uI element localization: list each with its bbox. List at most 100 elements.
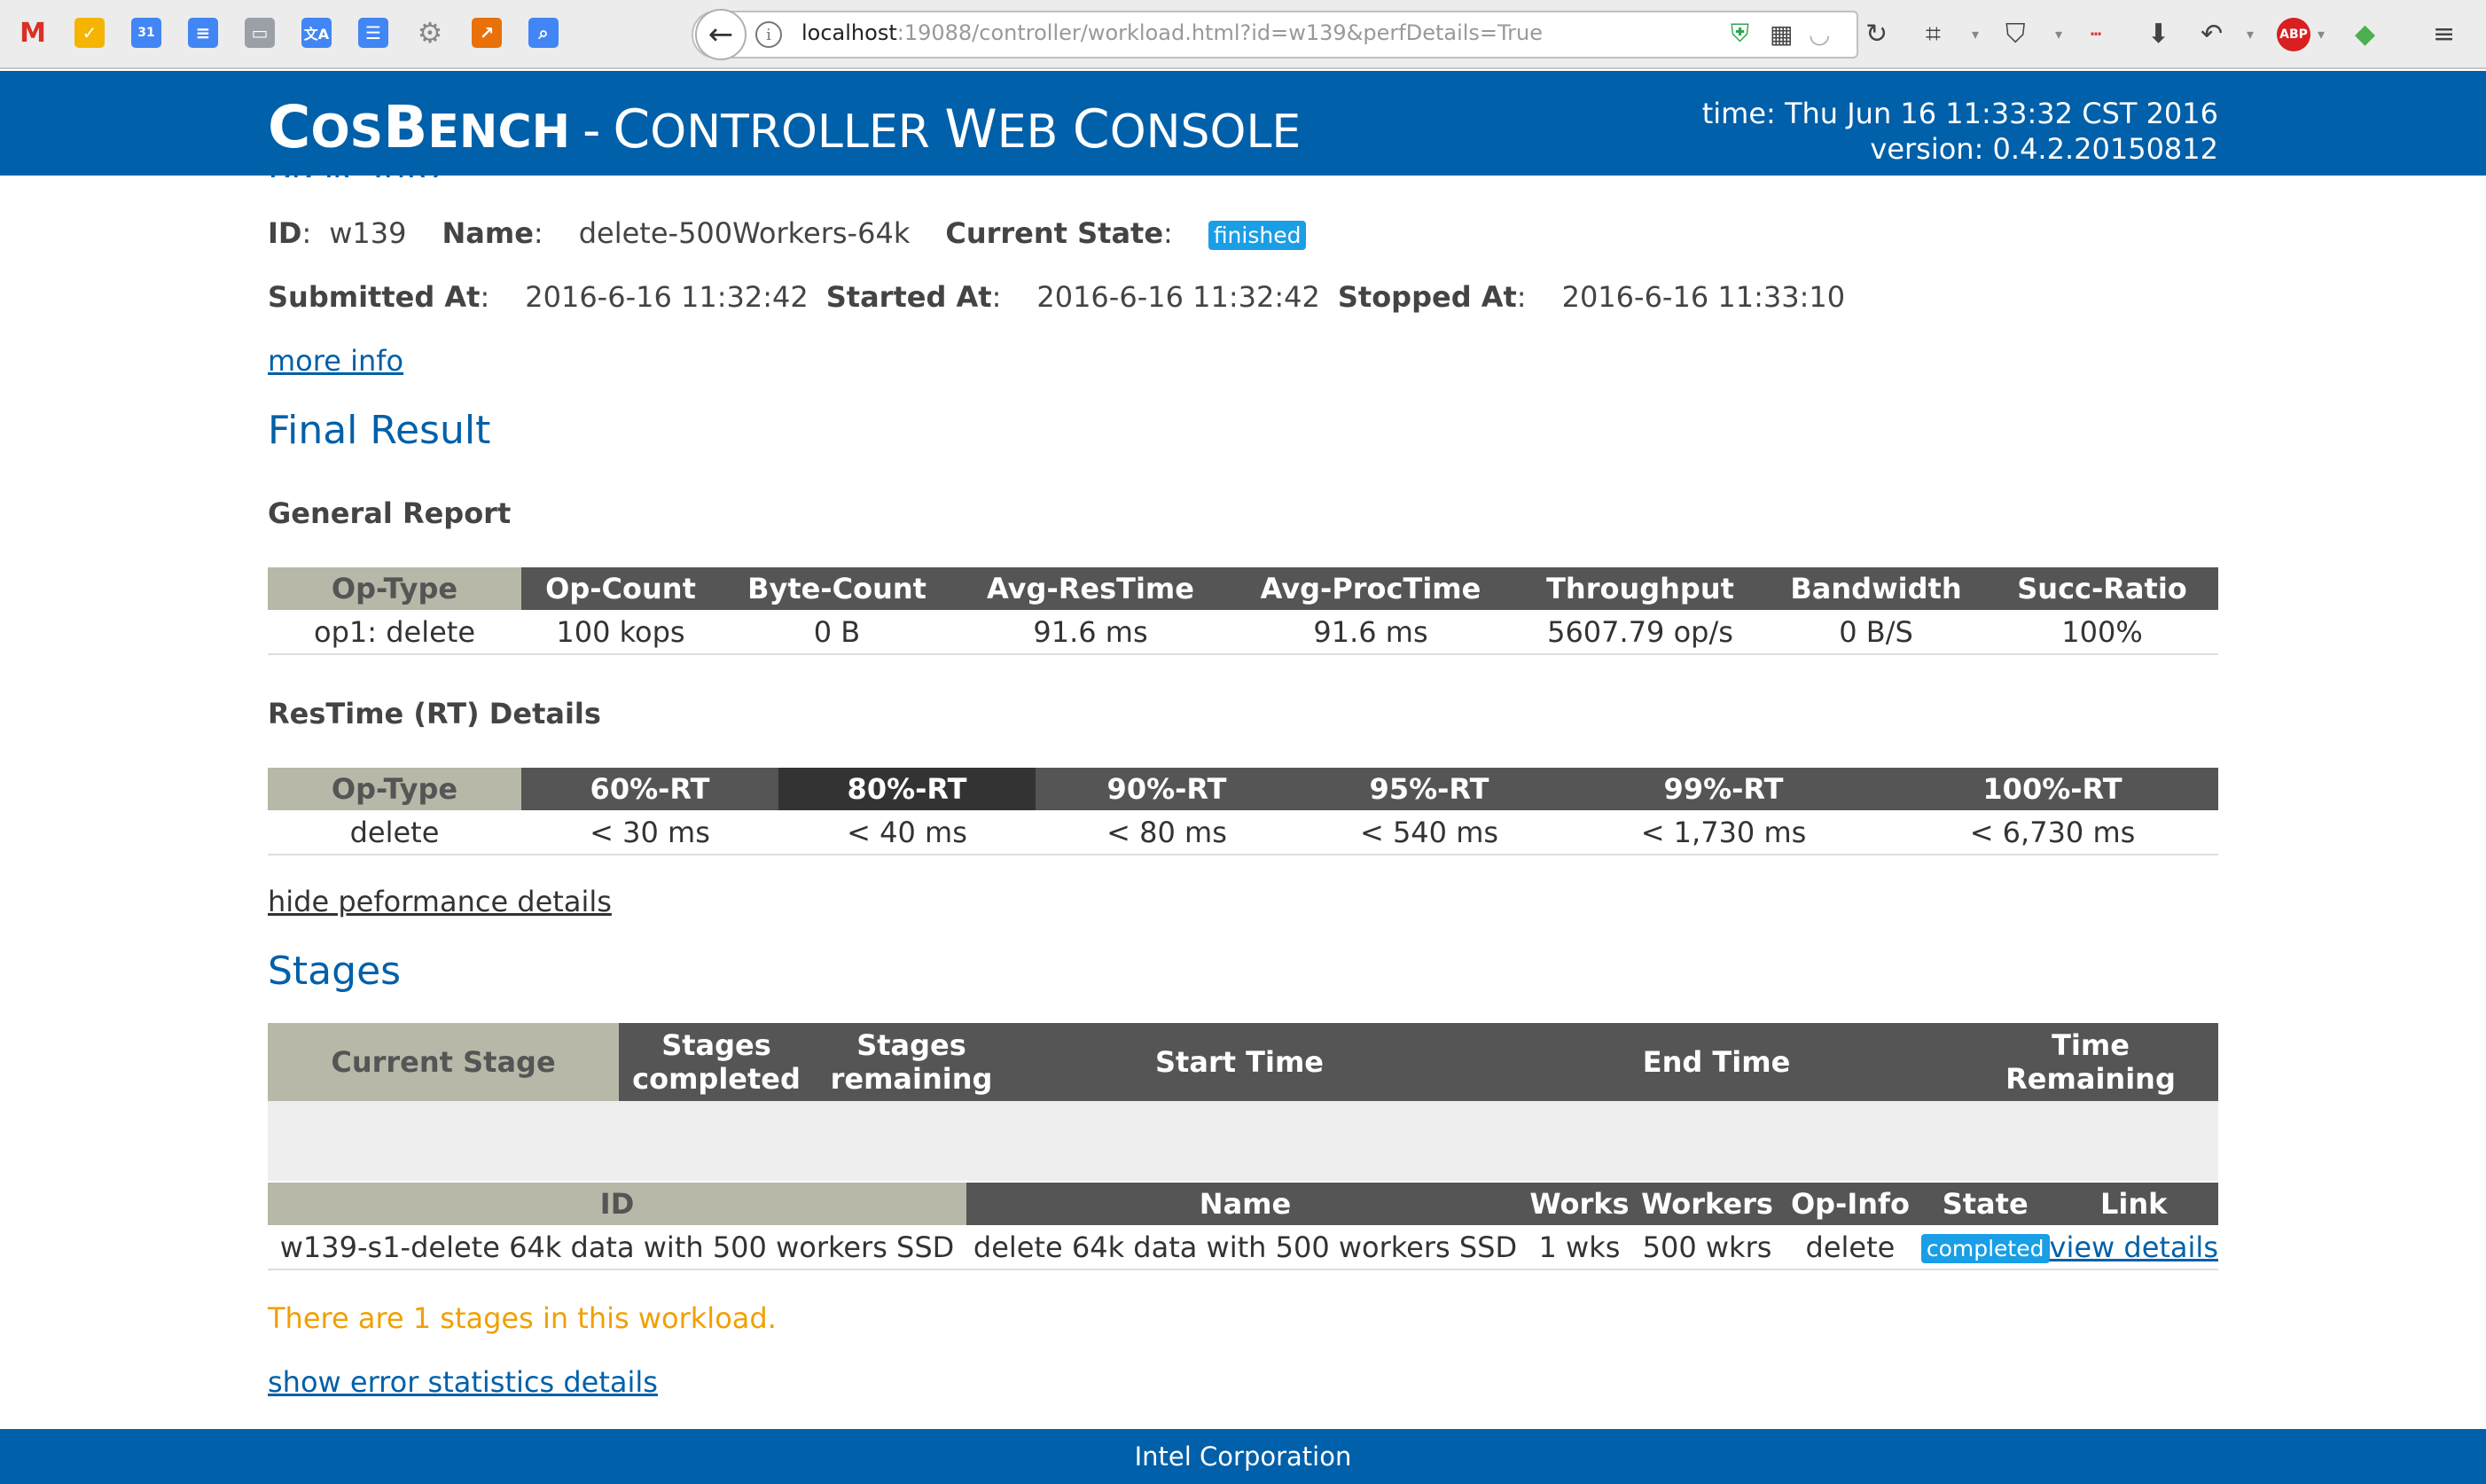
column-header: 95%-RT [1298,768,1560,810]
submitted-value: 2016-6-16 11:32:42 [525,280,809,314]
hide-details-row: hide peformance details [268,885,612,918]
table-cell: 100% [1986,610,2218,655]
calendar-icon[interactable]: 31 [131,18,161,48]
search-icon[interactable]: ⌕ [528,18,559,48]
table-cell: < 30 ms [521,810,778,855]
qr-code-icon[interactable]: ▦ [1770,16,1793,51]
table-cell: < 540 ms [1298,810,1560,855]
brand-letter: OS [310,105,384,159]
stage-workers: 500 wkrs [1635,1225,1780,1270]
settings-icon[interactable]: ⚙ [415,16,445,50]
table-header-row: ID Name Works Workers Op-Info State Link [268,1183,2218,1225]
column-header: Name [966,1183,1524,1225]
download-icon[interactable]: ⬇ [2147,16,2169,51]
pocket-icon[interactable]: ◡ [1809,16,1830,51]
table-header-row: Current Stage Stages completed Stages re… [268,1023,2218,1101]
column-header: Workers [1635,1183,1780,1225]
column-header: 60%-RT [521,768,778,810]
table-header-row: Op-Type Op-Count Byte-Count Avg-ResTime … [268,567,2218,610]
general-report-title: General Report [268,496,512,530]
started-label: Started At [825,280,992,314]
table-cell: < 40 ms [778,810,1036,855]
error-stats-row: show error statistics details [268,1365,658,1399]
table-header-row: Op-Type 60%-RT 80%-RT 90%-RT 95%-RT 99%-… [268,768,2218,810]
column-header: 100%-RT [1887,768,2218,810]
started-value: 2016-6-16 11:32:42 [1036,280,1320,314]
browser-toolbar: M ✓ 31 ≡ ▭ 文A ☰ ⚙ ↗ ⌕ ← i localhost:1908… [0,0,2486,69]
basic-info-row-2: Submitted At: 2016-6-16 11:32:42 Started A… [268,280,1846,314]
gmail-icon[interactable]: M [18,18,48,49]
view-details-link[interactable]: view details [2050,1230,2218,1264]
pocket-save-icon[interactable]: ⛉ [2005,16,2026,51]
rt-details-table: Op-Type 60%-RT 80%-RT 90%-RT 95%-RT 99%-… [268,768,2218,855]
column-header: Link [2049,1183,2218,1225]
brand-letter: C [268,93,311,161]
footer: Intel Corporation [0,1429,2486,1484]
adblock-icon[interactable]: ABP [2277,18,2310,51]
column-header: Throughput [1514,567,1766,610]
reload-icon[interactable]: ↻ [1865,16,1888,51]
brand-letter: C [1072,98,1110,160]
table-cell: 100 kops [521,610,720,655]
basic-info-row-1: ID: w139 Name: delete-500Workers-64k Current… [268,216,1307,250]
forms-icon[interactable]: ☰ [358,18,388,48]
chevron-down-icon[interactable]: ▾ [2055,16,2062,51]
table-cell: 0 B [720,610,954,655]
shield-icon[interactable]: ⛨ [1731,16,1749,51]
brand-letter: EB [997,105,1059,159]
more-info-row: more info [268,344,403,378]
chevron-down-icon[interactable]: ▾ [2247,16,2254,51]
table-cell: 91.6 ms [954,610,1227,655]
stage-id: w139-s1-delete 64k data with 500 workers… [268,1225,967,1270]
column-header: Avg-ResTime [954,567,1227,610]
back-arrow-icon[interactable]: ← [695,9,747,60]
table-cell: < 1,730 ms [1560,810,1887,855]
brand-separator: - [582,102,601,160]
more-info-link[interactable]: more info [268,344,403,378]
column-header: Bandwidth [1766,567,1986,610]
docs-icon[interactable]: ≡ [188,18,218,48]
extension-icon[interactable]: ┅ [2091,16,2101,51]
translate-icon[interactable]: 文A [301,18,332,48]
column-header: 99%-RT [1560,768,1887,810]
column-header: Byte-Count [720,567,954,610]
column-header: Succ-Ratio [1986,567,2218,610]
column-header: Op-Type [268,567,521,610]
table-cell: op1: delete [268,610,521,655]
stage-works: 1 wks [1523,1225,1636,1270]
header-version: version: 0.4.2.20150812 [1870,132,2218,166]
hide-performance-details-link[interactable]: hide peformance details [268,885,612,918]
column-header: Avg-ProcTime [1227,567,1514,610]
stage-list-table: ID Name Works Workers Op-Info State Link… [268,1183,2218,1270]
slides-icon[interactable]: ▭ [245,18,275,48]
stage-op-info: delete [1779,1225,1921,1270]
column-header: Current Stage [268,1023,619,1101]
stage-name: delete 64k data with 500 workers SSD [966,1225,1524,1270]
table-row: op1: delete 100 kops 0 B 91.6 ms 91.6 ms… [268,610,2218,655]
current-stage-table: Current Stage Stages completed Stages re… [268,1023,2218,1181]
undo-icon[interactable]: ↶ [2201,16,2223,51]
chevron-down-icon[interactable]: ▾ [1972,16,1979,51]
table-cell: 91.6 ms [1227,610,1514,655]
keep-icon[interactable]: ✓ [74,18,105,48]
url-text[interactable]: localhost:19088/controller/workload.html… [801,20,1543,45]
evernote-icon[interactable]: ◆ [2355,16,2375,51]
menu-icon[interactable]: ≡ [2433,16,2455,51]
analytics-icon[interactable]: ↗ [472,18,502,48]
chevron-down-icon[interactable]: ▾ [2318,16,2325,51]
table-cell: < 80 ms [1036,810,1298,855]
column-header: Stages completed [619,1023,814,1101]
info-icon[interactable]: i [755,21,782,48]
column-header: 80%-RT [778,768,1036,810]
state-label: Current State [945,216,1164,250]
header-meta: time: Thu Jun 16 11:33:32 CST 2016 versi… [1702,96,2218,167]
brand-letter: B [383,93,428,161]
brand-title: COSBENCH - CONTROLLER WEB CONSOLE [268,93,1301,161]
crop-icon[interactable]: ⌗ [1926,16,1941,51]
show-error-statistics-link[interactable]: show error statistics details [268,1365,658,1399]
column-header: End Time [1470,1023,1963,1101]
stopped-label: Stopped At [1337,280,1517,314]
stage-state-cell: completed [1920,1225,2050,1270]
column-header: 90%-RT [1036,768,1298,810]
stages-title: Stages [268,949,402,994]
